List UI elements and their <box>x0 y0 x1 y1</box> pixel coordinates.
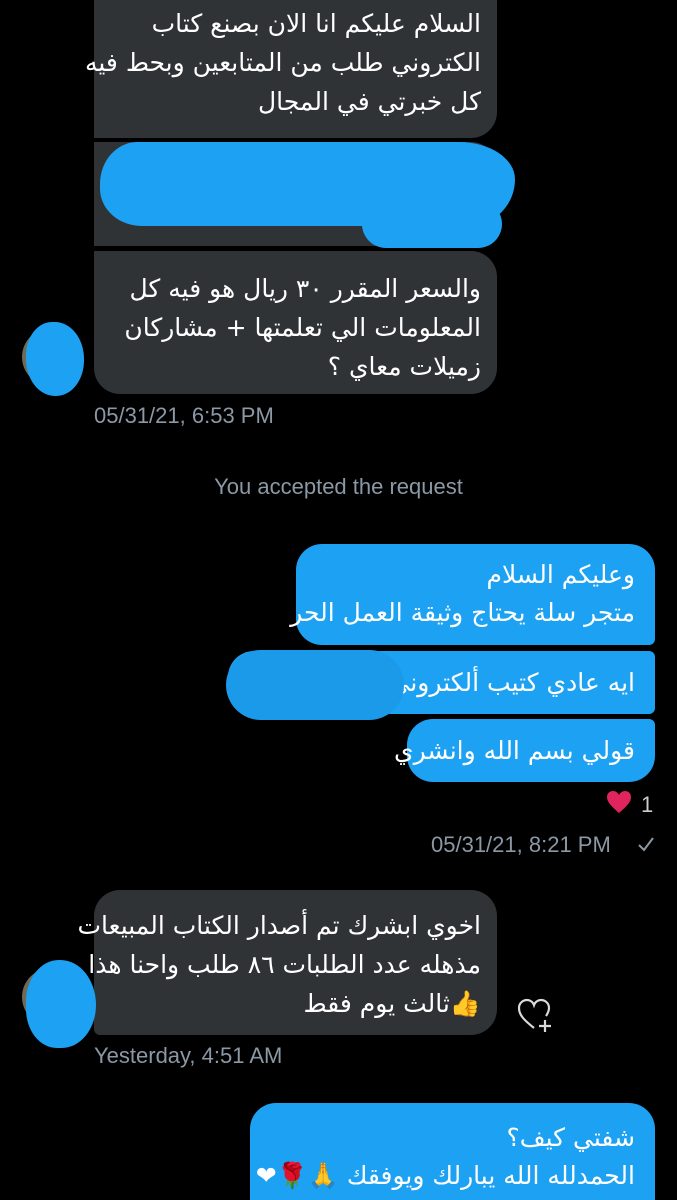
message-timestamp: 05/31/21, 8:21 PM <box>431 832 611 857</box>
message-line: والسعر المقرر ٣٠ ريال هو فيه كل <box>129 274 481 303</box>
thumbs-up-emoji: 👍 <box>449 989 481 1018</box>
message-timestamp: 05/31/21, 6:53 PM <box>94 403 274 428</box>
outgoing-message[interactable]: وعليكم السلام متجر سلة يحتاج وثيقة العمل… <box>290 544 655 645</box>
message-line: كل خبرتي في المجال <box>258 87 481 116</box>
avatar-redaction <box>26 960 96 1048</box>
message-line: متجر سلة يحتاج وثيقة العمل الحر <box>290 598 635 627</box>
avatar-redaction <box>26 322 84 396</box>
redaction-scribble <box>226 650 404 720</box>
message-timestamp: Yesterday, 4:51 AM <box>94 1043 283 1068</box>
incoming-message[interactable]: اخوي ابشرك تم أصدار الكتاب المبيعات مذهل… <box>77 890 497 1035</box>
message-line: الحمدلله الله يبارلك ويوفقك 🙏🌹❤ <box>256 1157 635 1195</box>
message-line: اخوي ابشرك تم أصدار الكتاب المبيعات <box>77 911 481 940</box>
message-line: مذهله عدد الطلبات ٨٦ طلب واحنا هذا <box>88 950 481 979</box>
incoming-message[interactable]: السلام عليكم انا الان بصنع كتاب الكتروني… <box>84 0 497 138</box>
sent-check-icon <box>636 834 656 858</box>
message-line: 👍ثالث يوم فقط <box>110 984 481 1023</box>
incoming-message[interactable]: والسعر المقرر ٣٠ ريال هو فيه كل المعلوما… <box>94 251 497 394</box>
outgoing-message[interactable]: قولي بسم الله وانشري <box>394 719 655 782</box>
reaction-count: 1 <box>641 792 654 817</box>
emoji-group: 🙏🌹❤ <box>255 1161 339 1190</box>
message-line: السلام عليكم انا الان بصنع كتاب <box>151 9 481 38</box>
outgoing-message[interactable]: شفتي كيف؟ الحمدلله الله يبارلك ويوفقك 🙏🌹… <box>250 1103 655 1200</box>
message-text: الحمدلله الله يبارلك ويوفقك <box>346 1161 635 1190</box>
message-text: قولي بسم الله وانشري <box>394 736 635 765</box>
message-line: الكتروني طلب من المتابعين وبحط فيه <box>84 48 481 77</box>
message-line: شفتي كيف؟ <box>506 1123 635 1152</box>
redaction-scribble <box>362 200 502 248</box>
system-notice: You accepted the request <box>214 474 463 499</box>
reaction-heart-icon[interactable] <box>606 790 632 818</box>
message-line: وعليكم السلام <box>486 560 635 589</box>
message-text: ثالث يوم فقط <box>303 989 450 1018</box>
message-line: زميلات معاي ؟ <box>327 352 481 381</box>
message-line: المعلومات الي تعلمتها + مشاركان <box>124 313 481 342</box>
add-reaction-heart-icon[interactable] <box>516 998 556 1038</box>
